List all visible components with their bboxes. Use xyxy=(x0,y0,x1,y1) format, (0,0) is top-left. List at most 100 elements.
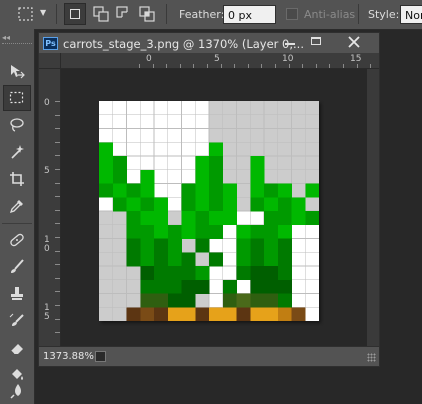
sprite-pixel xyxy=(140,279,155,294)
blur-tool[interactable] xyxy=(3,378,31,404)
sprite-pixel xyxy=(250,293,265,308)
sprite-pixel xyxy=(264,279,279,294)
resize-grip-icon[interactable] xyxy=(367,353,376,362)
sprite-pixel xyxy=(167,307,182,321)
sprite-pixel xyxy=(181,293,196,308)
document-title: carrots_stage_3.png @ 1370% (Layer 0,... xyxy=(63,37,304,51)
sprite-pixel xyxy=(181,224,196,239)
image-canvas[interactable] xyxy=(99,101,319,321)
document-title-bar[interactable]: Ps carrots_stage_3.png @ 1370% (Layer 0,… xyxy=(39,33,379,53)
sprite-pixel xyxy=(112,183,127,198)
vertical-scrollbar[interactable] xyxy=(367,69,379,346)
eyedropper-tool[interactable] xyxy=(3,193,31,219)
sprite-pixel xyxy=(250,156,265,171)
sprite-pixel xyxy=(236,307,251,321)
ruler-tick xyxy=(275,64,276,68)
magic-wand-tool[interactable] xyxy=(3,139,31,165)
crop-tool[interactable] xyxy=(3,166,31,192)
style-select[interactable]: Nor xyxy=(400,5,422,24)
brush-tool[interactable] xyxy=(3,254,31,280)
sprite-pixel xyxy=(195,156,210,171)
sprite-pixel xyxy=(250,224,265,239)
ruler-tick xyxy=(153,64,154,68)
sprite-pixel xyxy=(264,183,279,198)
ruler-tick xyxy=(55,155,60,156)
history-brush-tool[interactable] xyxy=(3,308,31,334)
sprite-pixel xyxy=(154,266,169,281)
subtract-selection-button[interactable] xyxy=(113,3,135,25)
sprite-pixel xyxy=(181,197,196,212)
zoom-level[interactable]: 1373.88% xyxy=(43,351,94,362)
ruler-tick xyxy=(55,251,60,252)
canvas-area[interactable] xyxy=(61,69,367,346)
sprite-pixel xyxy=(222,211,237,226)
ruler-tick xyxy=(55,169,60,170)
document-window: Ps carrots_stage_3.png @ 1370% (Layer 0,… xyxy=(38,32,380,367)
add-selection-button[interactable] xyxy=(90,3,112,25)
sprite-pixel xyxy=(154,293,169,308)
sprite-pixel xyxy=(140,183,155,198)
ruler-tick xyxy=(221,64,222,68)
document-info-icon[interactable] xyxy=(95,351,106,362)
sprite-pixel xyxy=(277,183,292,198)
maximize-button[interactable] xyxy=(305,33,327,51)
tool-preset-picker[interactable]: ▼ xyxy=(14,5,50,23)
collapse-panel-icon[interactable]: ◂◂ xyxy=(2,33,10,42)
sprite-pixel xyxy=(167,293,182,308)
sprite-pixel xyxy=(264,224,279,239)
ruler-tick xyxy=(329,64,330,68)
lasso-tool[interactable] xyxy=(3,112,31,138)
sprite-pixel xyxy=(264,307,279,321)
eraser-icon xyxy=(10,344,23,355)
carrot-pixel-art xyxy=(99,101,319,321)
clone-stamp-tool[interactable] xyxy=(3,281,31,307)
sprite-pixel xyxy=(277,197,292,212)
ruler-tick xyxy=(55,291,60,292)
sprite-pixel xyxy=(112,169,127,184)
history-brush-icon xyxy=(9,313,24,326)
new-selection-icon xyxy=(70,9,80,19)
ruler-h-label: 10 xyxy=(282,54,294,64)
sprite-pixel xyxy=(305,211,319,226)
close-button[interactable] xyxy=(341,33,367,51)
ruler-tick xyxy=(55,183,60,184)
ruler-tick xyxy=(343,64,344,68)
rectangular-marquee-tool[interactable] xyxy=(3,85,31,111)
ruler-h-label: 5 xyxy=(214,54,220,64)
sprite-pixel xyxy=(126,252,141,267)
healing-brush-tool[interactable] xyxy=(3,227,31,253)
sprite-pixel xyxy=(99,169,114,184)
sprite-pixel xyxy=(181,252,196,267)
feather-input[interactable]: 0 px xyxy=(223,5,276,24)
sprite-pixel xyxy=(140,293,155,308)
ruler-tick xyxy=(55,278,60,279)
vertical-ruler[interactable]: 051015 xyxy=(39,69,61,347)
ruler-origin[interactable] xyxy=(39,53,61,69)
sprite-pixel xyxy=(222,293,237,308)
ruler-h-label: 15 xyxy=(350,54,362,64)
ruler-tick xyxy=(55,305,60,306)
eraser-tool[interactable] xyxy=(3,335,31,361)
ruler-tick xyxy=(207,64,208,68)
horizontal-ruler[interactable]: 0 5 10 15 xyxy=(61,53,379,69)
sprite-pixel xyxy=(195,307,210,321)
intersect-selection-button[interactable] xyxy=(136,3,158,25)
magic-wand-icon xyxy=(11,145,24,159)
move-tool[interactable] xyxy=(3,58,31,84)
sprite-pixel xyxy=(209,211,224,226)
sprite-pixel xyxy=(264,197,279,212)
ruler-tick xyxy=(55,196,60,197)
anti-alias-checkbox[interactable] xyxy=(286,8,298,20)
minimize-button[interactable] xyxy=(279,33,301,51)
sprite-pixel xyxy=(195,169,210,184)
sprite-pixel xyxy=(209,252,224,267)
sprite-pixel xyxy=(112,197,127,212)
sprite-pixel xyxy=(154,224,169,239)
sprite-pixel xyxy=(195,211,210,226)
sprite-pixel xyxy=(209,183,224,198)
new-selection-button[interactable] xyxy=(64,3,86,25)
ruler-tick xyxy=(193,64,194,68)
sprite-pixel xyxy=(236,266,251,281)
sprite-pixel xyxy=(222,279,237,294)
crop-icon xyxy=(10,172,24,186)
